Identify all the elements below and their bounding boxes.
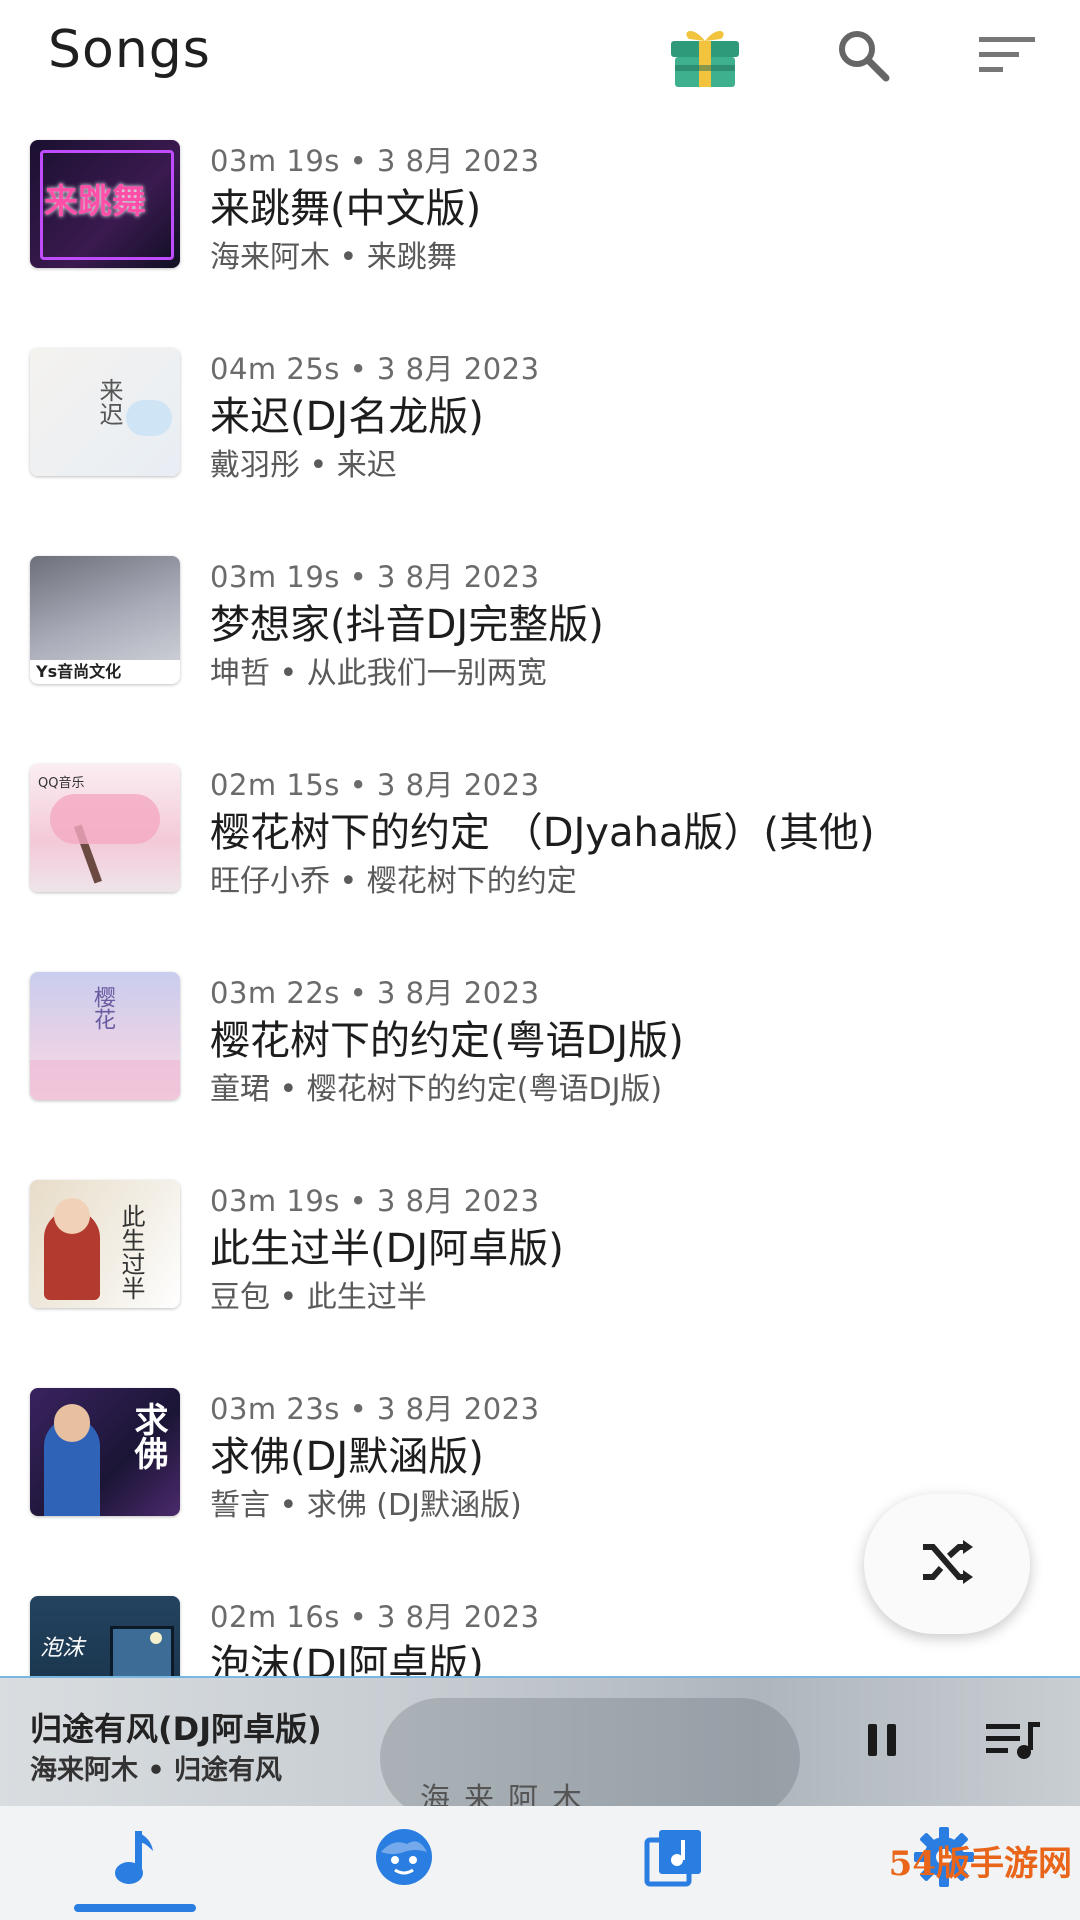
album-art-text: 求佛 — [128, 1402, 168, 1470]
song-title: 泡沫(DJ阿卓版) — [210, 1642, 484, 1678]
song-title: 此生过半(DJ阿卓版) — [210, 1226, 564, 1272]
song-meta: 03m 19s • 3 8月 2023 — [210, 1184, 540, 1218]
album-art-text: Ys音尚文化 — [36, 662, 122, 681]
now-playing-title: 归途有风(DJ阿卓版) — [30, 1710, 322, 1748]
song-artist: 坤哲 • 从此我们一别两宽 — [210, 656, 547, 691]
music-note-icon — [109, 1827, 159, 1891]
song-row[interactable]: QQ音乐 02m 15s • 3 8月 2023 樱花树下的约定 （DJyaha… — [0, 734, 1080, 942]
watermark-logo: 54版手游网 — [888, 1844, 1072, 1884]
player-background-text: 海来阿木 — [420, 1782, 596, 1806]
song-meta: 04m 25s • 3 8月 2023 — [210, 352, 540, 386]
song-meta: 02m 16s • 3 8月 2023 — [210, 1600, 540, 1634]
song-artist: 豆包 • 此生过半 — [210, 1280, 427, 1315]
search-icon[interactable] — [818, 10, 908, 100]
song-title: 樱花树下的约定 （DJyaha版）(其他) — [210, 810, 875, 856]
tab-artists[interactable] — [344, 1814, 464, 1904]
song-row[interactable]: 来跳舞 03m 19s • 3 8月 2023 来跳舞(中文版) 海来阿木 • … — [0, 110, 1080, 318]
album-art-text: 来迟 — [95, 378, 123, 426]
album-art-text: 泡沫 — [40, 1636, 85, 1661]
album-art-text: QQ音乐 — [38, 776, 85, 791]
mini-player[interactable]: 海来阿木 归途有风(DJ阿卓版) 海来阿木 • 归途有风 — [0, 1678, 1080, 1806]
album-art: 樱花 — [30, 972, 180, 1100]
album-art: QQ音乐 — [30, 764, 180, 892]
song-meta: 02m 15s • 3 8月 2023 — [210, 768, 540, 802]
pause-icon — [862, 1720, 902, 1764]
app-header: Songs — [0, 0, 1080, 110]
song-artist: 戴羽彤 • 来迟 — [210, 448, 397, 483]
album-art: Ys音尚文化 — [30, 556, 180, 684]
song-title: 樱花树下的约定(粤语DJ版) — [210, 1018, 684, 1064]
song-meta: 03m 19s • 3 8月 2023 — [210, 560, 540, 594]
song-artist: 旺仔小乔 • 樱花树下的约定 — [210, 864, 577, 899]
song-title: 梦想家(抖音DJ完整版) — [210, 602, 604, 648]
album-icon — [643, 1826, 705, 1892]
sort-icon[interactable] — [962, 10, 1052, 100]
queue-music-icon — [984, 1718, 1044, 1766]
album-art: 来迟 — [30, 348, 180, 476]
song-meta: 03m 23s • 3 8月 2023 — [210, 1392, 540, 1426]
song-meta: 03m 19s • 3 8月 2023 — [210, 144, 540, 178]
song-title: 求佛(DJ默涵版) — [210, 1434, 484, 1480]
song-artist: 海来阿木 • 来跳舞 — [210, 240, 457, 275]
tab-songs[interactable] — [74, 1814, 194, 1904]
shuffle-icon — [919, 1537, 975, 1591]
shuffle-button[interactable] — [864, 1494, 1030, 1634]
song-row[interactable]: 樱花 03m 22s • 3 8月 2023 樱花树下的约定(粤语DJ版) 童珺… — [0, 942, 1080, 1150]
tab-albums[interactable] — [614, 1814, 734, 1904]
song-row[interactable]: 来迟 04m 25s • 3 8月 2023 来迟(DJ名龙版) 戴羽彤 • 来… — [0, 318, 1080, 526]
bottom-navigation: 54版手游网 — [0, 1806, 1080, 1920]
selected-tab-indicator — [74, 1904, 196, 1912]
song-artist: 誓言 • 求佛 (DJ默涵版) — [210, 1488, 522, 1523]
album-art: 来跳舞 — [30, 140, 180, 268]
album-art: 泡沫 — [30, 1596, 180, 1678]
song-meta: 03m 22s • 3 8月 2023 — [210, 976, 540, 1010]
album-art: 此生过半 — [30, 1180, 180, 1308]
song-row[interactable]: 此生过半 03m 19s • 3 8月 2023 此生过半(DJ阿卓版) 豆包 … — [0, 1150, 1080, 1358]
now-playing-artist: 海来阿木 • 归途有风 — [30, 1755, 283, 1786]
face-icon — [373, 1826, 435, 1892]
gift-icon[interactable] — [660, 10, 750, 100]
song-list[interactable]: 来跳舞 03m 19s • 3 8月 2023 来跳舞(中文版) 海来阿木 • … — [0, 110, 1080, 1678]
song-row[interactable]: Ys音尚文化 03m 19s • 3 8月 2023 梦想家(抖音DJ完整版) … — [0, 526, 1080, 734]
pause-button[interactable] — [846, 1706, 918, 1778]
album-art: 求佛 — [30, 1388, 180, 1516]
album-art-text: 樱花 — [90, 986, 115, 1030]
queue-button[interactable] — [978, 1706, 1050, 1778]
page-title: Songs — [48, 20, 211, 80]
song-artist: 童珺 • 樱花树下的约定(粤语DJ版) — [210, 1072, 663, 1107]
song-title: 来迟(DJ名龙版) — [210, 394, 484, 440]
album-art-text: 此生过半 — [117, 1204, 145, 1300]
song-title: 来跳舞(中文版) — [210, 186, 482, 232]
